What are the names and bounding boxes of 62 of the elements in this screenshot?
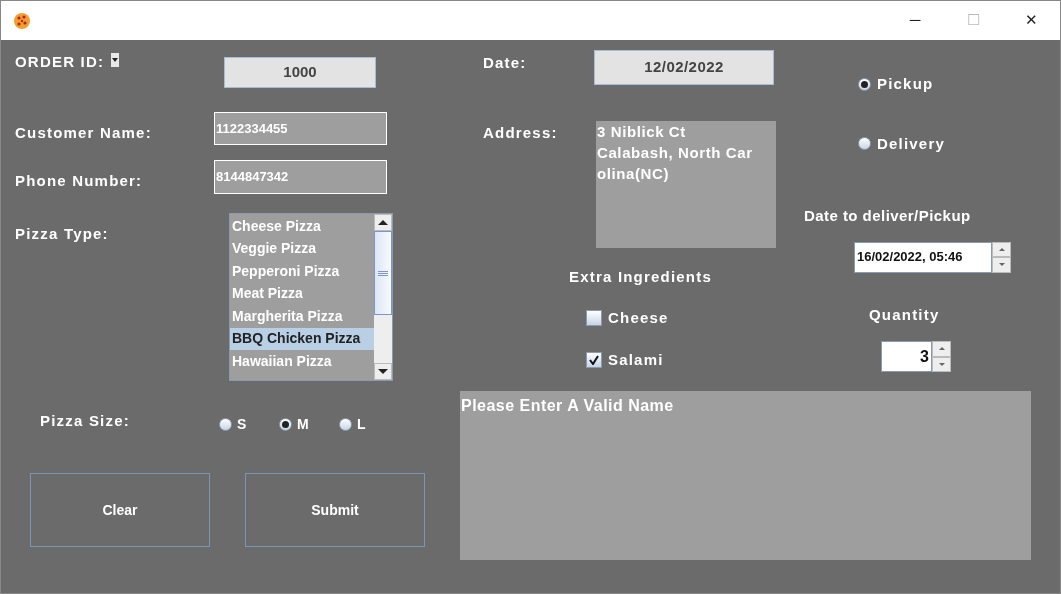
caret-icon	[111, 53, 119, 67]
radio-button[interactable]	[339, 417, 352, 431]
deliver-date-label: Date to deliver/Pickup	[804, 206, 972, 226]
phone-number-label: Phone Number:	[15, 171, 144, 191]
submit-button[interactable]: Submit	[245, 473, 425, 547]
radio-button[interactable]	[858, 77, 871, 91]
scroll-up-button[interactable]	[374, 214, 392, 231]
size-option-label: M	[297, 414, 309, 434]
deliver-date-field[interactable]: 16/02/2022, 05:46	[854, 241, 992, 273]
radio-button[interactable]	[279, 417, 292, 431]
up-arrow-icon	[378, 220, 388, 225]
maximize-button[interactable]: ☐	[944, 1, 1002, 40]
minimize-button[interactable]: ─	[886, 1, 944, 40]
customer-name-field[interactable]: 1122334455	[214, 112, 387, 145]
scroll-down-button[interactable]	[374, 363, 392, 380]
size-option-label: L	[357, 414, 366, 434]
address-line: olina(NC)	[597, 164, 671, 184]
check-icon	[589, 355, 599, 366]
quantity-label: Quantity	[869, 304, 941, 325]
order-id-field[interactable]: 1000	[224, 57, 376, 88]
pizza-type-label: Pizza Type:	[15, 224, 110, 244]
checkbox[interactable]	[586, 352, 602, 369]
scroll-thumb[interactable]	[374, 231, 392, 315]
phone-number-field[interactable]: 8144847342	[214, 160, 387, 194]
down-arrow-icon	[938, 362, 945, 366]
customer-name-label: Customer Name:	[15, 123, 153, 143]
grip-icon	[378, 270, 388, 276]
pizza-type-item[interactable]: BBQ Chicken Pizza	[230, 327, 374, 350]
quantity-field[interactable]: 3	[881, 341, 932, 372]
radio-button[interactable]	[219, 417, 232, 431]
address-label: Address:	[483, 123, 559, 143]
pizza-size-label: Pizza Size:	[40, 410, 131, 431]
extra-ingredients-label: Extra Ingredients	[569, 267, 713, 287]
address-line: Calabash, North Car	[597, 143, 754, 163]
clear-button[interactable]: Clear	[30, 473, 210, 547]
date-field[interactable]: 12/02/2022	[594, 50, 774, 85]
ingredient-label: Cheese	[608, 307, 669, 328]
scrollbar[interactable]	[374, 214, 392, 380]
pizza-type-item[interactable]: Veggie Pizza	[230, 237, 374, 260]
down-arrow-icon	[378, 369, 388, 374]
pizza-type-item[interactable]: Margherita Pizza	[230, 305, 374, 328]
order-mode-label: Pickup	[877, 74, 934, 94]
message-text: Please Enter A Valid Name	[461, 397, 674, 414]
pizza-type-item[interactable]: Meat Pizza	[230, 282, 374, 305]
size-option-label: S	[237, 414, 247, 434]
date-label: Date:	[483, 53, 528, 73]
address-field[interactable]: 3 Niblick Ct Calabash, North Car olina(NC)	[596, 121, 776, 248]
close-button[interactable]: ✕	[1002, 1, 1060, 40]
checkbox[interactable]	[586, 309, 602, 326]
pizza-type-item[interactable]: Cheese Pizza	[230, 215, 374, 238]
up-arrow-icon	[938, 347, 945, 351]
pizza-type-item[interactable]: Hawaiian Pizza	[230, 350, 374, 373]
spin-up-button[interactable]	[992, 241, 1011, 257]
order-mode-label: Delivery	[877, 133, 945, 154]
up-arrow-icon	[998, 247, 1005, 251]
address-line: 3 Niblick Ct	[597, 122, 687, 142]
radio-button[interactable]	[858, 137, 871, 151]
pizza-type-item[interactable]: Pepperoni Pizza	[230, 260, 374, 283]
ingredient-label: Salami	[608, 350, 664, 370]
pizza-icon	[13, 11, 31, 30]
down-arrow-icon	[998, 263, 1005, 267]
order-id-label: ORDER ID:	[15, 52, 106, 72]
